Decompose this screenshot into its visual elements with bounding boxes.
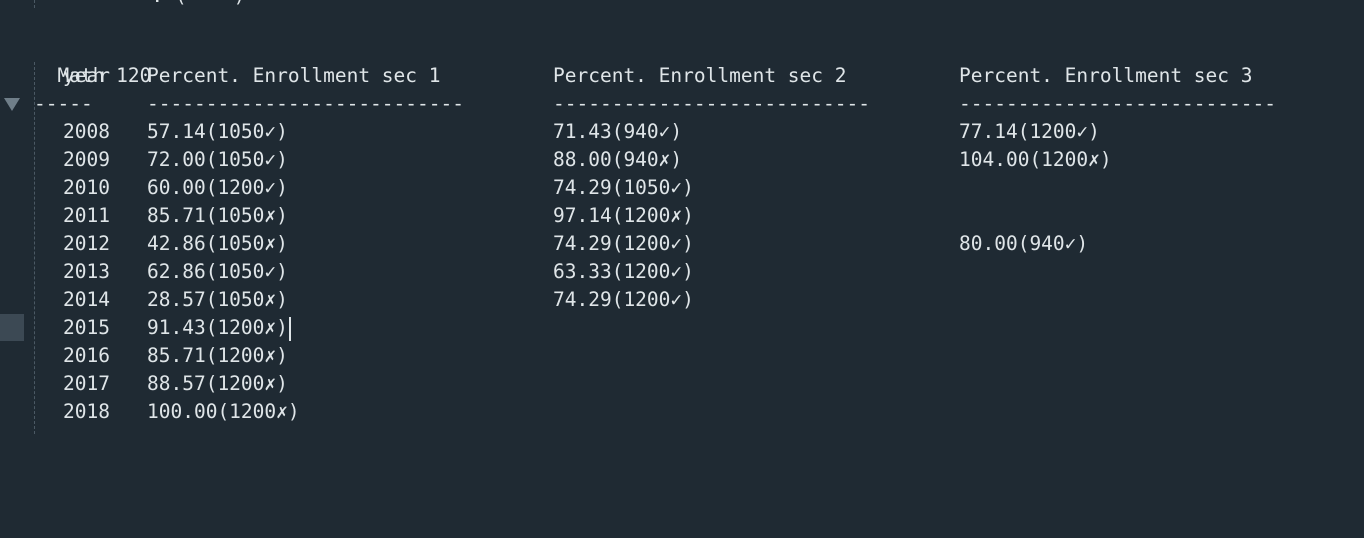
separator-sec2: --------------------------- bbox=[553, 92, 870, 115]
cell-sec1: 85.71(1200✗) bbox=[147, 344, 288, 367]
separator-row: ----- --------------------------- ------… bbox=[34, 90, 1276, 118]
cell-sec2: 74.29(1200✓) bbox=[553, 288, 694, 311]
table-row-current[interactable]: 2015 91.43(1200✗) bbox=[34, 314, 291, 342]
cell-year: 2017 bbox=[63, 372, 110, 395]
header-year: year bbox=[63, 64, 110, 87]
header-row: year Percent. Enrollment sec 1 Percent. … bbox=[34, 62, 1253, 90]
cell-year: 2016 bbox=[63, 344, 110, 367]
cell-sec1: 85.71(1050✗) bbox=[147, 204, 288, 227]
current-line-marker bbox=[0, 314, 24, 341]
table-row[interactable]: 2008 57.14(1050✓) 71.43(940✓) 77.14(1200… bbox=[34, 118, 1100, 146]
header-sec1: Percent. Enrollment sec 1 bbox=[147, 64, 441, 87]
cell-year: 2015 bbox=[63, 316, 110, 339]
cell-sec3: 80.00(940✓) bbox=[959, 232, 1089, 255]
text-cursor bbox=[288, 316, 291, 341]
table-row[interactable]: 2010 60.00(1200✓) 74.29(1050✓) bbox=[34, 174, 694, 202]
cell-sec1: 28.57(1050✗) bbox=[147, 288, 288, 311]
cell-sec1: 100.00(1200✗) bbox=[147, 400, 300, 423]
cell-sec1: 72.00(1050✓) bbox=[147, 148, 288, 171]
editor-gutter[interactable] bbox=[0, 0, 24, 438]
cell-sec1: 57.14(1050✓) bbox=[147, 120, 288, 143]
table-row[interactable]: 2017 88.57(1200✗) bbox=[34, 370, 288, 398]
cell-sec3: 104.00(1200✗) bbox=[959, 148, 1112, 171]
cell-year: 2018 bbox=[63, 400, 110, 423]
cell-sec2: 63.33(1200✓) bbox=[553, 260, 694, 283]
cell-year: 2011 bbox=[63, 204, 110, 227]
separator-sec3: --------------------------- bbox=[959, 92, 1276, 115]
cell-sec2: 88.00(940✗) bbox=[553, 148, 683, 171]
table-row[interactable]: 2011 85.71(1050✗) 97.14(1200✗) bbox=[34, 202, 694, 230]
cell-sec2: 71.43(940✓) bbox=[553, 120, 683, 143]
cell-year: 2014 bbox=[63, 288, 110, 311]
cell-sec2: 74.29(1050✓) bbox=[553, 176, 694, 199]
cell-sec1: 91.43(1200✗) bbox=[147, 316, 288, 339]
cell-sec1: 62.86(1050✓) bbox=[147, 260, 288, 283]
cell-sec2: 97.14(1200✗) bbox=[553, 204, 694, 227]
table-row[interactable]: 2016 85.71(1200✗) bbox=[34, 342, 288, 370]
cell-sec3: 77.14(1200✓) bbox=[959, 120, 1100, 143]
table-row[interactable]: 2013 62.86(1050✓) 63.33(1200✓) bbox=[34, 258, 694, 286]
cell-year: 2013 bbox=[63, 260, 110, 283]
header-sec3: Percent. Enrollment sec 3 bbox=[959, 64, 1253, 87]
cell-sec2: 74.29(1200✓) bbox=[553, 232, 694, 255]
cell-year: 2010 bbox=[63, 176, 110, 199]
separator-year: ----- bbox=[34, 92, 93, 115]
cell-year: 2008 bbox=[63, 120, 110, 143]
cell-sec1: 88.57(1200✗) bbox=[147, 372, 288, 395]
cell-sec1-with-cursor[interactable]: 91.43(1200✗) bbox=[147, 314, 291, 342]
separator-sec1: --------------------------- bbox=[147, 92, 464, 115]
table-row[interactable]: 2014 28.57(1050✗) 74.29(1200✓) bbox=[34, 286, 694, 314]
table-row[interactable]: 2009 72.00(1050✓) 88.00(940✗) 104.00(120… bbox=[34, 146, 1112, 174]
cell-sec1: 60.00(1200✓) bbox=[147, 176, 288, 199]
table-title: Math 120 bbox=[34, 34, 151, 87]
cell-year: 2012 bbox=[63, 232, 110, 255]
previous-line-fragment: – – – – –.–(––––) bbox=[34, 0, 245, 10]
table-row[interactable]: 2018 100.00(1200✗) bbox=[34, 398, 300, 426]
fold-arrow-icon[interactable] bbox=[4, 98, 20, 111]
cell-sec1: 42.86(1050✗) bbox=[147, 232, 288, 255]
table-row[interactable]: 2012 42.86(1050✗) 74.29(1200✓) 80.00(940… bbox=[34, 230, 1088, 258]
cell-year: 2009 bbox=[63, 148, 110, 171]
header-sec2: Percent. Enrollment sec 2 bbox=[553, 64, 847, 87]
